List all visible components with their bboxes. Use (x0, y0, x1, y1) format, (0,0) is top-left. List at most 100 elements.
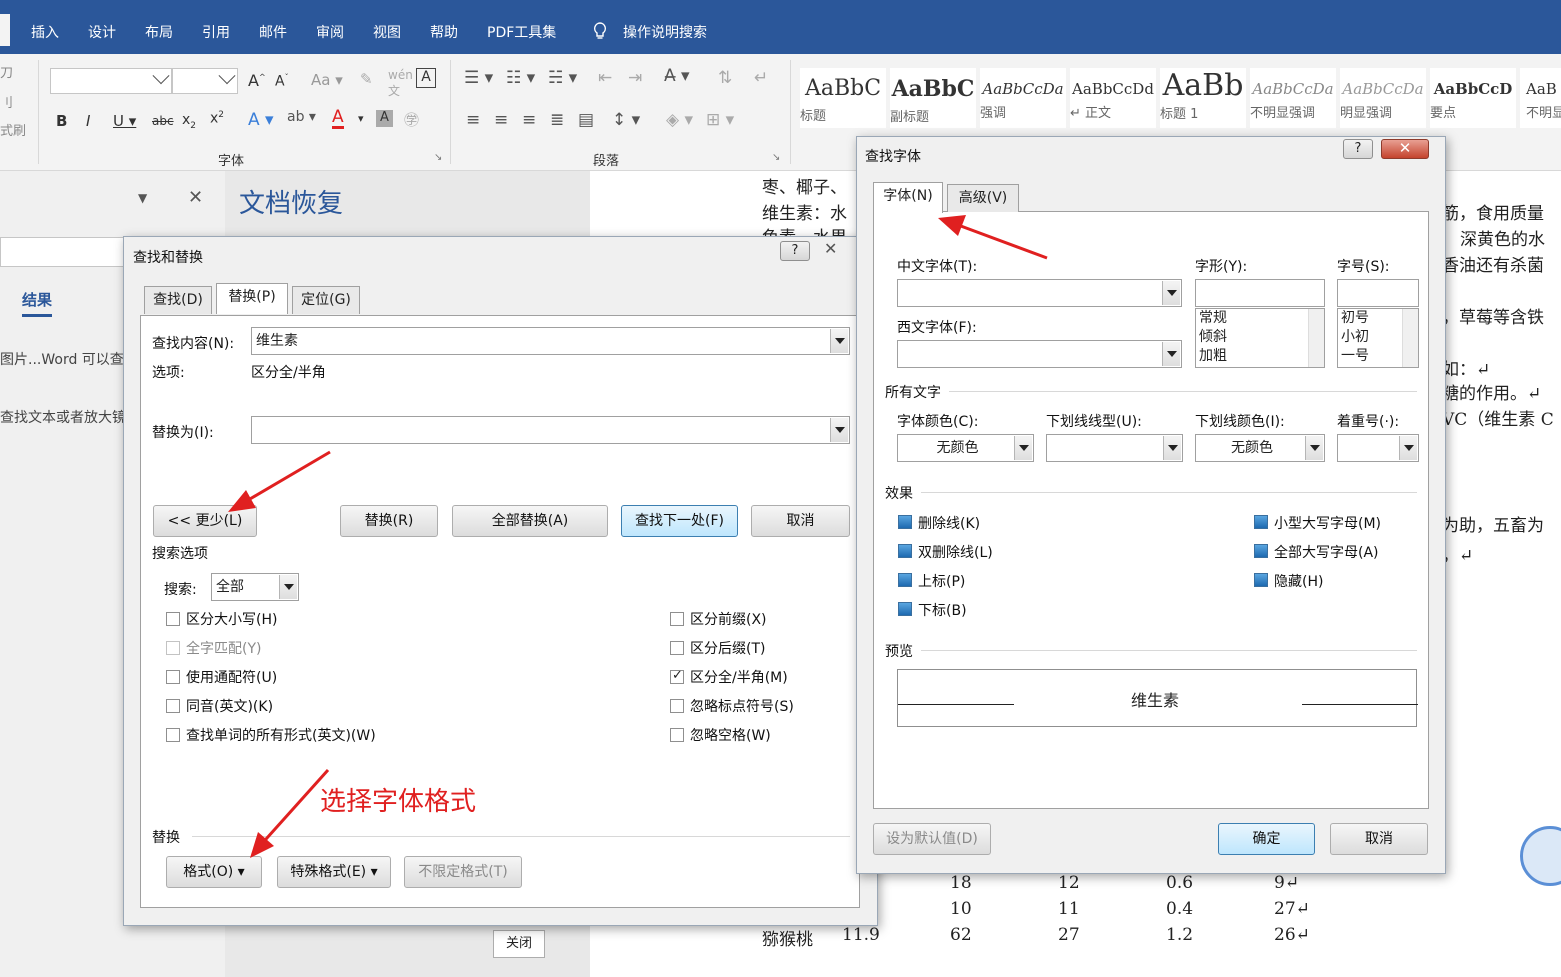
recovery-close-button[interactable]: 关闭 (493, 930, 545, 958)
underline-style-select[interactable] (1046, 434, 1183, 462)
style-emphasis[interactable]: AaBbCcDa 强调 (980, 68, 1066, 128)
tab-help[interactable]: 帮助 (430, 22, 458, 42)
phonetic-guide-icon[interactable]: wén 文 (388, 68, 413, 99)
pane-close-icon[interactable]: ✕ (188, 187, 203, 208)
style-subtitle[interactable]: AaBbC 副标题 (890, 68, 976, 128)
justify-icon[interactable]: ≣ (550, 110, 564, 130)
match-prefix-checkbox[interactable] (670, 612, 684, 626)
match-suffix-checkbox[interactable] (670, 641, 684, 655)
change-case-icon[interactable]: Aa ▾ (311, 71, 343, 89)
subscript-checkbox[interactable] (898, 602, 912, 616)
tab-results[interactable]: 结果 (22, 289, 53, 317)
subscript-icon[interactable]: x2 (182, 112, 196, 131)
align-left-icon[interactable]: ≡ (466, 110, 480, 130)
pane-options-icon[interactable]: ▼ (138, 191, 147, 205)
style-title[interactable]: AaBbC 标题 (800, 68, 886, 128)
bold-icon[interactable]: B (56, 112, 67, 130)
format-button[interactable]: 格式(O) ▾ (166, 856, 262, 888)
font-name-combo[interactable] (50, 67, 172, 94)
tab-insert[interactable]: 插入 (31, 22, 59, 42)
char-border-icon[interactable]: A (416, 68, 436, 88)
nav-search-input[interactable] (0, 237, 125, 267)
small-caps-checkbox[interactable] (1254, 515, 1268, 529)
clipboard-fragment-2[interactable]: 刂 (0, 92, 13, 111)
tell-me-search[interactable]: 操作说明搜索 (623, 22, 707, 42)
distributed-icon[interactable]: ▤ (578, 110, 594, 130)
ok-button[interactable]: 确定 (1218, 823, 1315, 855)
font-color-dropdown-icon[interactable]: ▾ (358, 112, 364, 125)
find-next-button[interactable]: 查找下一处(F) (621, 505, 738, 537)
font-style-list[interactable]: 常规 倾斜 加粗 (1195, 308, 1325, 368)
tab-references[interactable]: 引用 (202, 22, 230, 42)
bullets-icon[interactable]: ☰ ▾ (464, 68, 493, 88)
tab-review[interactable]: 审阅 (316, 22, 344, 42)
asian-font-select[interactable] (897, 279, 1182, 307)
font-color-select[interactable]: 无颜色 (897, 434, 1034, 462)
tab-font[interactable]: 字体(N) (873, 182, 943, 213)
chevron-down-icon[interactable] (1162, 342, 1180, 366)
scrollbar[interactable] (1308, 309, 1324, 367)
font-size-input[interactable] (1337, 279, 1419, 307)
show-marks-icon[interactable]: ↵ (754, 68, 768, 88)
list-item[interactable]: 常规 (1196, 309, 1324, 328)
chevron-down-icon[interactable] (1014, 436, 1032, 460)
paragraph-dialog-launcher-icon[interactable]: ↘ (772, 152, 780, 163)
scrollbar[interactable] (1402, 309, 1418, 367)
list-item[interactable]: 加粗 (1196, 347, 1324, 366)
help-button[interactable]: ? (1343, 139, 1373, 159)
home-tab-fragment[interactable] (0, 14, 10, 46)
line-spacing-icon[interactable]: ↕ ▾ (612, 110, 640, 130)
all-caps-checkbox[interactable] (1254, 544, 1268, 558)
decrease-indent-icon[interactable]: ⇤ (598, 68, 612, 88)
font-style-input[interactable] (1195, 279, 1325, 307)
hidden-checkbox[interactable] (1254, 573, 1268, 587)
enclose-char-icon[interactable]: ㊫ (404, 109, 419, 130)
underline-color-select[interactable]: 无颜色 (1195, 434, 1325, 462)
font-color-icon[interactable]: A (332, 108, 344, 129)
tab-replace[interactable]: 替换(P) (216, 283, 288, 314)
double-strikethrough-checkbox[interactable] (898, 544, 912, 558)
chevron-down-icon[interactable] (830, 418, 848, 442)
find-what-input[interactable]: 维生素 (251, 327, 850, 355)
font-size-combo[interactable] (172, 67, 238, 94)
sounds-like-checkbox[interactable] (166, 699, 180, 713)
style-intense-emphasis[interactable]: AaBbCcDa 明显强调 (1340, 68, 1426, 128)
font-size-list[interactable]: 初号 小初 一号 (1337, 308, 1419, 368)
match-case-checkbox[interactable] (166, 612, 180, 626)
style-subtle-emphasis[interactable]: AaBbCcDa 不明显强调 (1250, 68, 1336, 128)
ignore-space-checkbox[interactable] (670, 728, 684, 742)
cancel-button[interactable]: 取消 (751, 505, 850, 537)
strikethrough-checkbox[interactable] (898, 515, 912, 529)
chevron-down-icon[interactable] (1162, 281, 1180, 305)
superscript-checkbox[interactable] (898, 573, 912, 587)
sort-icon[interactable]: ⇅ (718, 68, 732, 88)
style-heading1[interactable]: AaBb 标题 1 (1160, 68, 1246, 128)
tab-layout[interactable]: 布局 (145, 22, 173, 42)
wildcards-checkbox[interactable] (166, 670, 180, 684)
tab-pdf-tools[interactable]: PDF工具集 (487, 22, 556, 42)
chevron-down-icon[interactable] (1163, 436, 1181, 460)
chevron-down-icon[interactable] (830, 329, 848, 353)
superscript-icon[interactable]: x2 (210, 110, 224, 127)
increase-indent-icon[interactable]: ⇥ (628, 68, 642, 88)
assistant-avatar[interactable] (1520, 826, 1561, 886)
tab-design[interactable]: 设计 (88, 22, 116, 42)
search-direction-select[interactable]: 全部 (211, 573, 299, 601)
tab-advanced[interactable]: 高级(V) (947, 184, 1019, 212)
all-word-forms-checkbox[interactable] (166, 728, 180, 742)
replace-all-button[interactable]: 全部替换(A) (452, 505, 608, 537)
text-effects-icon[interactable]: A ▾ (248, 110, 274, 130)
cancel-button[interactable]: 取消 (1330, 823, 1428, 855)
clear-format-icon[interactable]: ✎ (360, 70, 373, 88)
strikethrough-icon[interactable]: abc (152, 114, 174, 128)
clipboard-fragment-1[interactable]: 刀 (0, 62, 13, 81)
chevron-down-icon[interactable] (1399, 436, 1417, 460)
borders-icon[interactable]: ⊞ ▾ (706, 110, 734, 130)
shrink-font-icon[interactable]: Aˇ (275, 73, 289, 90)
align-center-icon[interactable]: ≡ (494, 110, 508, 130)
format-painter-fragment[interactable]: 式刷 (0, 120, 26, 139)
grow-font-icon[interactable]: A^ (248, 71, 266, 90)
replace-button[interactable]: 替换(R) (340, 505, 438, 537)
align-right-icon[interactable]: ≡ (522, 110, 536, 130)
underline-icon[interactable]: U ▾ (113, 112, 136, 130)
